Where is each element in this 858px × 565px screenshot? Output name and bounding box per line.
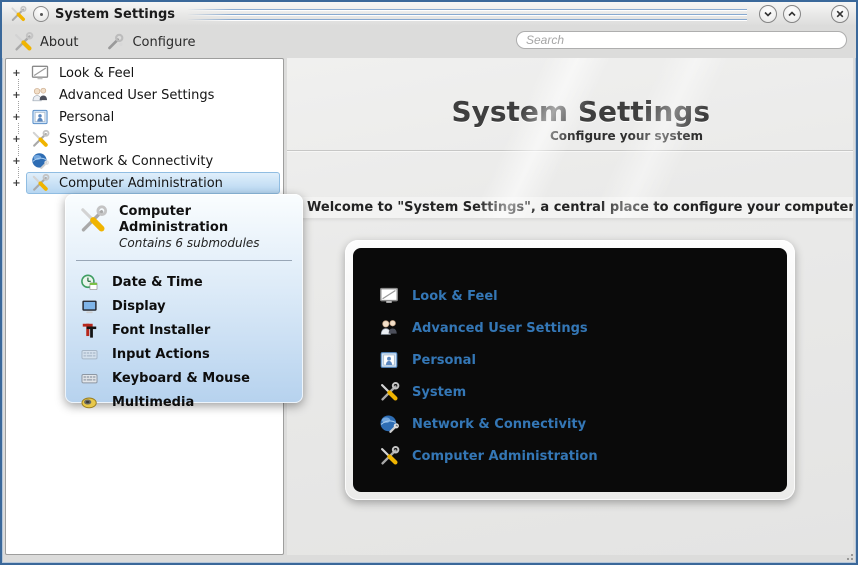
window-menu-button[interactable]	[33, 6, 49, 22]
close-button[interactable]	[831, 5, 849, 23]
tree-item-label: Advanced User Settings	[59, 87, 215, 103]
monitor-icon	[378, 285, 400, 307]
overview-item-label: System	[412, 384, 467, 400]
wrench-icon	[104, 31, 126, 53]
expander-icon[interactable]: +	[11, 111, 22, 123]
overview-card: Look & Feel Advanced User Settings Perso…	[345, 240, 795, 500]
popup-item-multimedia[interactable]: Multimedia	[80, 390, 303, 414]
globe-wrench-icon	[378, 413, 400, 435]
search-input[interactable]	[516, 31, 847, 49]
tree-item-look-and-feel[interactable]: + Look & Feel	[6, 62, 283, 84]
popup-item-display[interactable]: Display	[80, 294, 303, 318]
titlebar: System Settings	[2, 2, 856, 26]
titlebar-decoration	[187, 4, 747, 24]
about-label: About	[40, 34, 79, 50]
tree-item-label: Look & Feel	[59, 65, 135, 81]
keyboard-icon	[80, 369, 99, 388]
monitor-icon	[30, 63, 50, 83]
keyboard-icon	[80, 345, 99, 364]
chevron-down-icon	[764, 11, 772, 17]
page-subtitle: Configure your system	[549, 129, 703, 143]
popup-item-label: Multimedia	[112, 394, 195, 410]
popup-item-label: Date & Time	[112, 274, 203, 290]
clock-calendar-icon	[80, 273, 99, 292]
tools-icon	[77, 204, 108, 235]
portrait-icon	[30, 107, 50, 127]
overview-item-computer-administration[interactable]: Computer Administration	[378, 440, 787, 472]
popup-item-keyboard-mouse[interactable]: Keyboard & Mouse	[80, 366, 303, 390]
overview-item-label: Network & Connectivity	[412, 416, 587, 432]
overview-item-personal[interactable]: Personal	[378, 344, 787, 376]
overview-item-system[interactable]: System	[378, 376, 787, 408]
portrait-icon	[378, 349, 400, 371]
users-icon	[378, 317, 400, 339]
popup-subtitle: Contains 6 submodules	[119, 236, 260, 250]
overview-item-look-and-feel[interactable]: Look & Feel	[378, 280, 787, 312]
overview-item-advanced-user-settings[interactable]: Advanced User Settings	[378, 312, 787, 344]
overview-item-label: Personal	[412, 352, 476, 368]
popup-title: Computer Administration	[119, 204, 229, 235]
tools-icon	[30, 129, 50, 149]
maximize-button[interactable]	[783, 5, 801, 23]
font-icon	[80, 321, 99, 340]
tree-item-label: System	[59, 131, 108, 147]
configure-button[interactable]: Configure	[104, 31, 195, 53]
minimize-button[interactable]	[759, 5, 777, 23]
tree-item-computer-administration[interactable]: + Computer Administration	[6, 172, 283, 194]
popup-item-label: Font Installer	[112, 322, 211, 338]
overview-item-label: Look & Feel	[412, 288, 498, 304]
popup-item-date-time[interactable]: Date & Time	[80, 270, 303, 294]
main-panel: System Settings Configure your system We…	[287, 58, 853, 555]
category-overview: Look & Feel Advanced User Settings Perso…	[353, 248, 787, 492]
about-button[interactable]: About	[12, 31, 78, 53]
popup-item-label: Keyboard & Mouse	[112, 370, 250, 386]
tree-item-advanced-user-settings[interactable]: + Advanced User Settings	[6, 84, 283, 106]
tree-item-label: Computer Administration	[59, 175, 223, 191]
expander-icon[interactable]: +	[11, 67, 22, 79]
resize-grip[interactable]	[844, 551, 853, 560]
submodule-popup: Computer Administration Contains 6 submo…	[65, 194, 303, 410]
tools-icon	[30, 173, 50, 193]
tools-icon	[378, 445, 400, 467]
page-title: System Settings	[451, 95, 710, 128]
expander-icon[interactable]: +	[11, 89, 22, 101]
display-icon	[80, 297, 99, 316]
header-separator	[287, 150, 853, 152]
expander-icon[interactable]: +	[11, 133, 22, 145]
overview-item-label: Computer Administration	[412, 448, 598, 464]
system-settings-window: System Settings About Configure +	[0, 0, 858, 565]
overview-item-network-connectivity[interactable]: Network & Connectivity	[378, 408, 787, 440]
tree-item-label: Personal	[59, 109, 115, 125]
popup-header: Computer Administration Contains 6 submo…	[65, 194, 303, 258]
app-icon	[9, 5, 27, 23]
tree-item-label: Network & Connectivity	[59, 153, 214, 169]
expander-icon[interactable]: +	[11, 177, 22, 189]
tree-item-system[interactable]: + System	[6, 128, 283, 150]
tree-item-personal[interactable]: + Personal	[6, 106, 283, 128]
popup-item-font-installer[interactable]: Font Installer	[80, 318, 303, 342]
expander-icon[interactable]: +	[11, 155, 22, 167]
tree-item-network-connectivity[interactable]: + Network & Connectivity	[6, 150, 283, 172]
configure-label: Configure	[132, 34, 196, 50]
welcome-text: Welcome to "System Settings", a central …	[287, 197, 853, 218]
tools-icon	[378, 381, 400, 403]
close-icon	[836, 10, 844, 18]
users-icon	[30, 85, 50, 105]
window-title: System Settings	[55, 6, 176, 22]
speaker-icon	[80, 393, 99, 412]
popup-item-input-actions[interactable]: Input Actions	[80, 342, 303, 366]
globe-wrench-icon	[30, 151, 50, 171]
popup-item-label: Input Actions	[112, 346, 210, 362]
chevron-up-icon	[788, 11, 796, 17]
overview-item-label: Advanced User Settings	[412, 320, 588, 336]
tools-icon	[12, 31, 34, 53]
popup-item-label: Display	[112, 298, 166, 314]
